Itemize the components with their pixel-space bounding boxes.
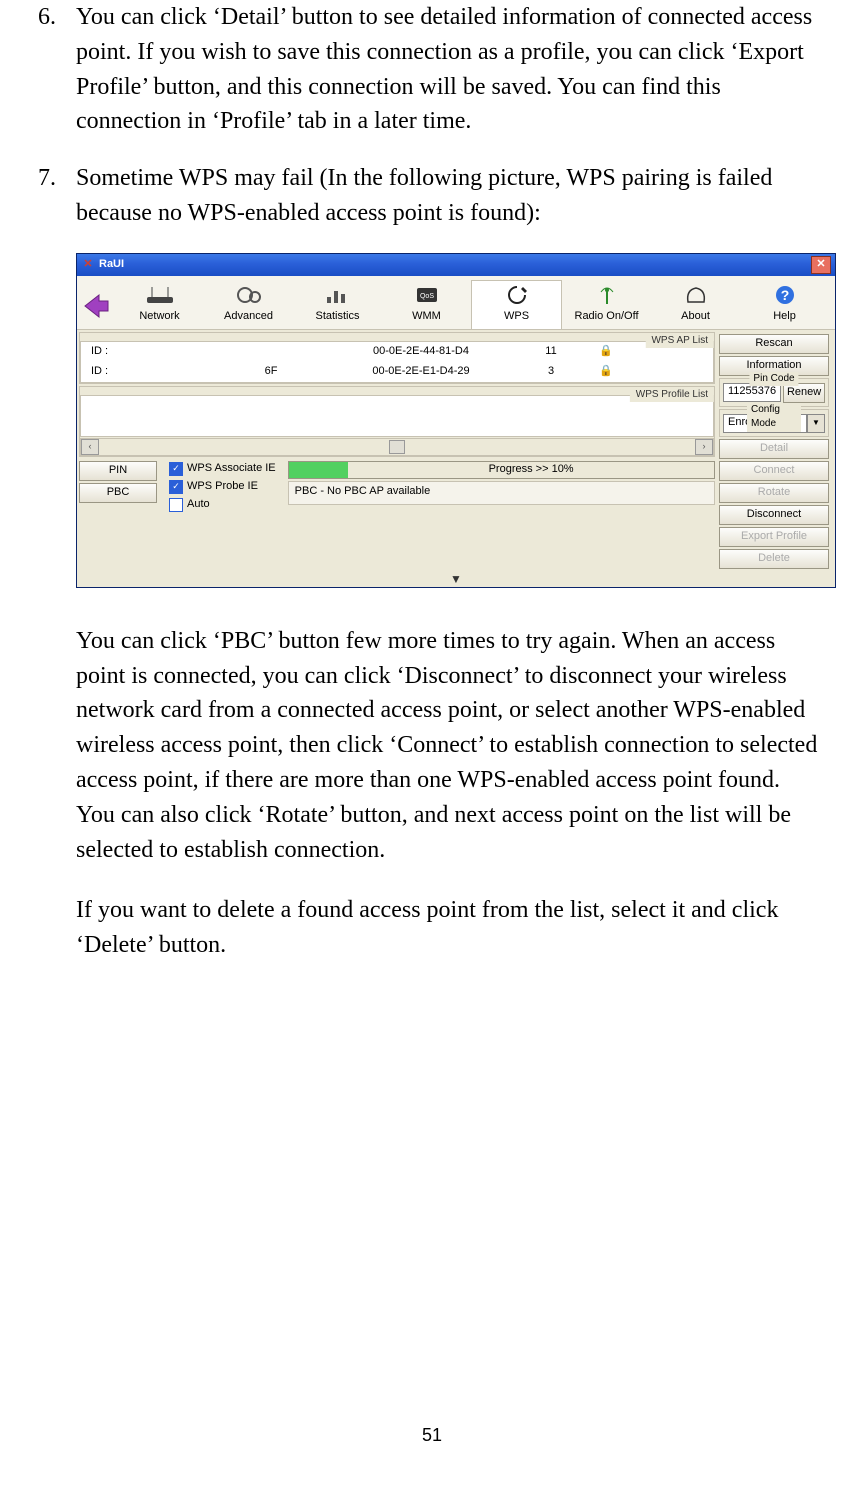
checkbox-label: Auto [187,497,210,513]
page-number: 51 [0,1422,864,1448]
pbc-button[interactable]: PBC [79,483,157,503]
chart-icon [293,283,382,307]
window-title: RaUI [99,257,811,273]
toolbar: Network Advanced Statistics QoS WMM WPS … [77,276,835,330]
tab-wmm[interactable]: QoS WMM [382,281,471,329]
group-legend: WPS AP List [645,334,714,349]
lock-icon: 🔒 [591,364,621,380]
checkbox-icon: ✓ [169,498,183,512]
scroll-left-button[interactable]: ‹ [81,439,99,455]
back-button[interactable] [81,291,111,321]
tab-advanced[interactable]: Advanced [204,281,293,329]
list-item-7: 7. Sometime WPS may fail (In the followi… [38,161,820,231]
ap-id-label: ID : [91,344,211,360]
qos-icon: QoS [382,283,471,307]
ap-list[interactable]: ID : 00-0E-2E-44-81-D4 11 🔒 ID : 6F 00-0… [80,341,714,383]
wps-icon [472,283,561,307]
ap-mac: 00-0E-2E-44-81-D4 [331,344,511,360]
checkbox-icon: ✓ [169,480,183,494]
close-button[interactable]: ✕ [811,256,831,274]
progress-label: Progress >> 10% [348,462,714,478]
tab-radio[interactable]: Radio On/Off [562,281,651,329]
paragraph: If you want to delete a found access poi… [76,893,820,963]
tab-statistics[interactable]: Statistics [293,281,382,329]
tab-label: WPS [472,309,561,325]
rescan-button[interactable]: Rescan [719,334,829,354]
antenna-icon [562,283,651,307]
config-mode-group: Config Mode Enrollee ▼ [719,409,829,437]
wps-ap-list-group: WPS AP List ID : 00-0E-2E-44-81-D4 11 🔒 … [79,332,715,384]
expand-toggle[interactable]: ▼ [77,573,835,587]
wps-probe-checkbox[interactable]: ✓ WPS Probe IE [169,479,276,495]
pin-button[interactable]: PIN [79,461,157,481]
export-profile-button[interactable]: Export Profile [719,527,829,547]
tab-label: Statistics [293,309,382,325]
tab-network[interactable]: Network [115,281,204,329]
rotate-button[interactable]: Rotate [719,483,829,503]
ap-name: 6F [211,364,331,380]
checkbox-label: WPS Associate IE [187,461,276,477]
svg-text:?: ? [780,287,789,303]
tab-label: Network [115,309,204,325]
app-icon: ✕ [81,258,95,272]
wps-associate-checkbox[interactable]: ✓ WPS Associate IE [169,461,276,477]
wps-profile-list-group: WPS Profile List ‹ › [79,386,715,457]
ap-channel: 11 [511,344,591,360]
item-number: 6. [38,0,76,139]
ap-mac: 00-0E-2E-E1-D4-29 [331,364,511,380]
group-legend: WPS Profile List [630,388,714,403]
item-text: Sometime WPS may fail (In the following … [76,161,820,231]
auto-checkbox[interactable]: ✓ Auto [169,497,276,513]
progress-bar: Progress >> 10% [288,461,715,479]
scroll-thumb[interactable] [389,440,405,454]
tab-label: About [651,309,740,325]
profile-list[interactable] [80,395,714,437]
ap-row[interactable]: ID : 00-0E-2E-44-81-D4 11 🔒 [81,342,713,362]
item-number: 7. [38,161,76,231]
about-icon [651,283,740,307]
ap-row[interactable]: ID : 6F 00-0E-2E-E1-D4-29 3 🔒 [81,362,713,382]
router-icon [115,283,204,307]
scroll-track[interactable] [99,439,695,455]
svg-text:QoS: QoS [419,293,433,300]
progress-status: PBC - No PBC AP available [288,481,715,505]
gears-icon [204,283,293,307]
list-item-6: 6. You can click ‘Detail’ button to see … [38,0,820,139]
checkbox-label: WPS Probe IE [187,479,258,495]
checkbox-icon: ✓ [169,462,183,476]
connect-button[interactable]: Connect [719,461,829,481]
tab-label: Radio On/Off [562,309,651,325]
tab-wps[interactable]: WPS [471,280,562,329]
disconnect-button[interactable]: Disconnect [719,505,829,525]
lock-icon: 🔒 [591,344,621,360]
tab-help[interactable]: ? Help [740,281,829,329]
chevron-down-icon: ▼ [807,414,825,433]
paragraph: You can click ‘PBC’ button few more time… [76,624,820,868]
item-text: You can click ‘Detail’ button to see det… [76,0,820,139]
raui-window: ✕ RaUI ✕ Network Advanced Statistics QoS [76,253,836,588]
progress-fill [289,462,349,478]
tab-label: Advanced [204,309,293,325]
help-icon: ? [740,283,829,307]
titlebar: ✕ RaUI ✕ [77,254,835,276]
scroll-right-button[interactable]: › [695,439,713,455]
tab-label: Help [740,309,829,325]
group-legend: Config Mode [747,403,801,432]
group-legend: Pin Code [749,372,798,387]
ap-channel: 3 [511,364,591,380]
ap-id-label: ID : [91,364,211,380]
detail-button[interactable]: Detail [719,439,829,459]
tab-label: WMM [382,309,471,325]
tab-about[interactable]: About [651,281,740,329]
delete-button[interactable]: Delete [719,549,829,569]
horizontal-scrollbar[interactable]: ‹ › [80,438,714,456]
